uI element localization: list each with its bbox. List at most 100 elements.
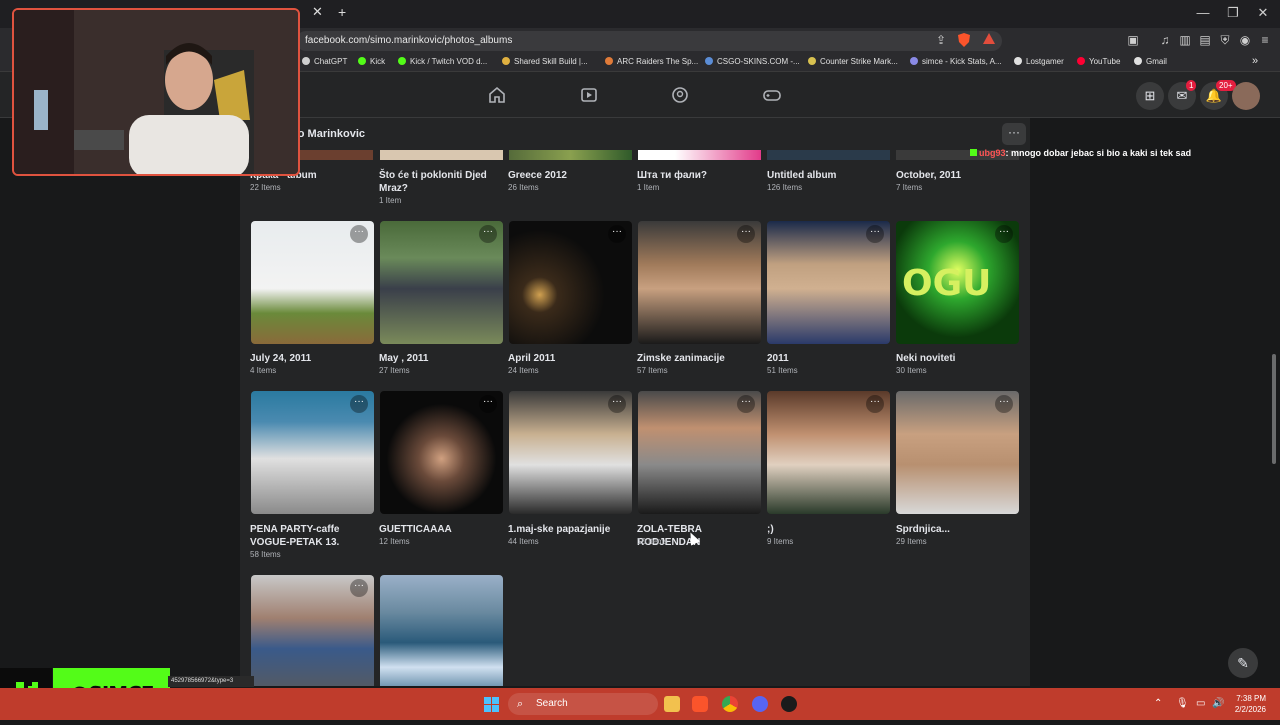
share-icon[interactable]: ⇪ (934, 33, 948, 47)
brave-browser-icon[interactable] (692, 696, 708, 712)
volume-icon[interactable]: 🔊 (1212, 698, 1224, 709)
home-icon[interactable] (488, 86, 506, 104)
album-title[interactable]: GUETTICAAAA (379, 523, 504, 536)
bookmark-kick[interactable]: Kick (358, 57, 385, 66)
sidebar-icon[interactable]: ▥ (1178, 33, 1192, 47)
video-icon[interactable] (580, 86, 598, 104)
album-cover[interactable]: ··· (767, 391, 890, 514)
media-icon[interactable]: ♫ (1158, 33, 1172, 47)
bookmark-simce-stats[interactable]: simce - Kick Stats, A... (910, 57, 1002, 66)
bookmark-youtube[interactable]: YouTube (1077, 57, 1120, 66)
album-options-button[interactable]: ··· (479, 225, 497, 243)
wallet-icon[interactable]: ▤ (1198, 33, 1212, 47)
album-options-button[interactable]: ··· (737, 225, 755, 243)
album-options-button[interactable]: ··· (737, 395, 755, 413)
profile-more-button[interactable]: ··· (1002, 123, 1026, 145)
minimize-button[interactable]: — (1188, 5, 1218, 20)
album-cover[interactable]: ··· (767, 221, 890, 344)
album-options-button[interactable]: ··· (866, 395, 884, 413)
album-options-button[interactable]: ··· (350, 225, 368, 243)
brave-rewards-icon[interactable] (982, 33, 996, 47)
bookmark-lostgamer[interactable]: Lostgamer (1014, 57, 1064, 66)
taskbar-search[interactable]: ⌕ Search (508, 693, 658, 715)
network-icon[interactable]: ▭ (1196, 698, 1205, 709)
album-options-button[interactable]: ··· (866, 225, 884, 243)
album-title[interactable]: April 2011 (508, 352, 633, 365)
album-title[interactable]: Шта ти фали? (637, 169, 762, 182)
stream-chat-message: ubg93: mnogo dobar jebac si bio a kaki s… (970, 148, 1191, 158)
compose-icon[interactable]: ✎ (1228, 648, 1258, 678)
bookmark-counter-strike[interactable]: Counter Strike Mark... (808, 57, 898, 66)
maximize-button[interactable]: ❐ (1218, 5, 1248, 21)
shield-icon[interactable]: ◉ (1238, 33, 1252, 47)
album-title[interactable]: Sprdnjica... (896, 523, 1021, 536)
album-options-button[interactable]: ··· (995, 225, 1013, 243)
vpn-icon[interactable]: ⛨ (1218, 33, 1232, 47)
album-options-button[interactable]: ··· (350, 395, 368, 413)
bookmark-arc-raiders[interactable]: ARC Raiders The Sp... (605, 57, 698, 66)
album-title[interactable]: 1.maj-ske papazjanije (508, 523, 633, 536)
address-bar[interactable]: facebook.com/simo.marinkovic/photos_albu… (296, 31, 1002, 51)
file-explorer-icon[interactable] (664, 696, 680, 712)
album-title[interactable]: Neki noviteti (896, 352, 1021, 365)
album-options-button[interactable]: ··· (608, 395, 626, 413)
bookmark-csgo-skins[interactable]: CSGO-SKINS.COM -... (705, 57, 800, 66)
bookmarks-overflow-button[interactable]: » (1252, 55, 1258, 67)
album-count: 26 Items (508, 183, 539, 192)
album-title[interactable]: Zimske zanimacije (637, 352, 762, 365)
bookmark-shared-skill[interactable]: Shared Skill Build |... (502, 57, 588, 66)
album-cover[interactable]: ··· (509, 391, 632, 514)
gaming-icon[interactable] (763, 86, 781, 104)
close-window-button[interactable]: ✕ (1248, 5, 1278, 21)
start-icon[interactable] (484, 697, 499, 712)
page-scrollbar[interactable] (1272, 354, 1276, 464)
album-options-button[interactable]: ··· (608, 225, 626, 243)
csgo-icon (705, 57, 713, 65)
obs-icon[interactable] (781, 696, 797, 712)
album-title[interactable]: May , 2011 (379, 352, 504, 365)
album-title[interactable]: 2011 (767, 352, 892, 365)
album-thumb-partial[interactable] (767, 150, 890, 160)
album-options-button[interactable]: ··· (479, 395, 497, 413)
album-thumb-partial[interactable] (638, 150, 761, 160)
tray-overflow-icon[interactable]: ⌃ (1154, 698, 1162, 709)
album-thumb-partial[interactable] (509, 150, 632, 160)
album-count: 58 Items (250, 550, 281, 559)
album-title[interactable]: October, 2011 (896, 169, 1021, 182)
album-cover[interactable]: ··· (251, 575, 374, 686)
album-cover[interactable] (380, 575, 503, 686)
album-cover[interactable]: ··· (380, 221, 503, 344)
taskbar-clock[interactable]: 7:38 PM 2/2/2026 (1226, 693, 1266, 715)
discord-icon[interactable] (752, 696, 768, 712)
album-cover[interactable]: ··· (896, 391, 1019, 514)
bookmark-gmail[interactable]: Gmail (1134, 57, 1167, 66)
album-title[interactable]: PENA PARTY-caffe VOGUE-PETAK 13. (250, 523, 375, 549)
clock-time: 7:38 PM (1236, 694, 1266, 703)
album-options-button[interactable]: ··· (995, 395, 1013, 413)
new-tab-button[interactable]: + (338, 4, 374, 24)
bookmark-chatgpt[interactable]: ChatGPT (302, 57, 347, 66)
album-thumb-partial[interactable] (380, 150, 503, 160)
album-cover[interactable]: OGU ··· (896, 221, 1019, 344)
screenshot-icon[interactable]: ▣ (1126, 33, 1140, 47)
microphone-icon[interactable]: 🎙 (1176, 698, 1189, 709)
album-title[interactable]: Untitled album (767, 169, 892, 182)
album-cover[interactable]: ··· (638, 391, 761, 514)
album-title[interactable]: July 24, 2011 (250, 352, 375, 365)
bookmark-kick-vod[interactable]: Kick / Twitch VOD d... (398, 57, 487, 66)
chrome-icon[interactable] (722, 696, 738, 712)
menu-grid-icon[interactable]: ⊞ (1136, 82, 1164, 110)
brave-shield-icon[interactable] (957, 33, 971, 47)
album-title[interactable]: ;) (767, 523, 892, 536)
album-title[interactable]: Greece 2012 (508, 169, 633, 182)
album-cover[interactable]: ··· (380, 391, 503, 514)
groups-icon[interactable] (671, 86, 689, 104)
album-cover[interactable]: ··· (251, 221, 374, 344)
album-title[interactable]: Što će ti pokloniti Djed Mraz? (379, 169, 504, 195)
album-options-button[interactable]: ··· (350, 579, 368, 597)
album-cover[interactable]: ··· (509, 221, 632, 344)
album-cover[interactable]: ··· (638, 221, 761, 344)
menu-icon[interactable]: ≡ (1258, 33, 1272, 47)
avatar[interactable] (1232, 82, 1260, 110)
album-cover[interactable]: ··· (251, 391, 374, 514)
